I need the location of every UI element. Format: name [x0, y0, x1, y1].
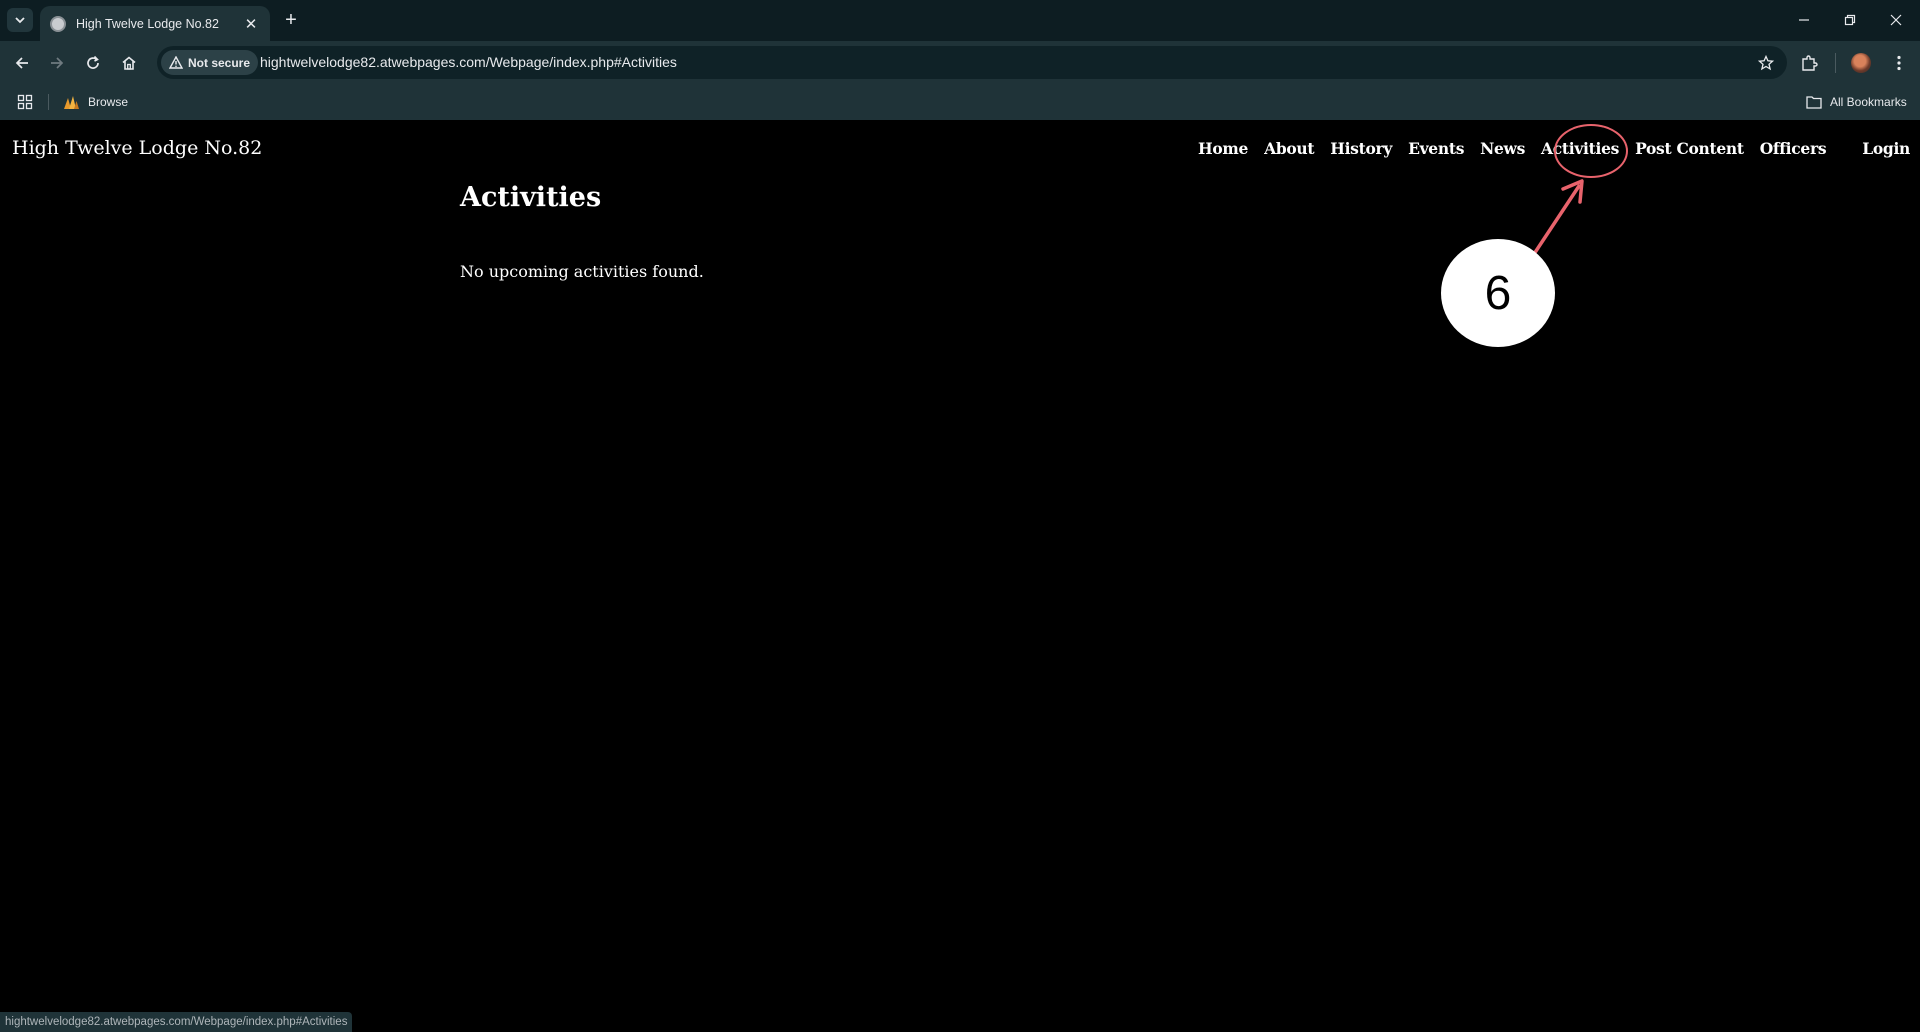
minimize-icon — [1799, 19, 1809, 21]
bookmark-browse-label: Browse — [88, 95, 129, 109]
forward-button[interactable] — [44, 50, 70, 76]
close-tab-icon[interactable]: ✕ — [242, 15, 260, 33]
main-nav: Home About History Events News Activitie… — [1182, 139, 1910, 158]
link-status-bubble: hightwelvelodge82.atwebpages.com/Webpage… — [0, 1012, 353, 1032]
home-button[interactable] — [116, 50, 142, 76]
apps-button[interactable] — [17, 91, 33, 113]
nav-link-officers[interactable]: Officers — [1760, 139, 1827, 158]
nav-link-about[interactable]: About — [1264, 139, 1314, 158]
security-label: Not secure — [188, 55, 251, 70]
profile-button[interactable] — [1848, 50, 1874, 76]
chevron-down-icon — [15, 17, 25, 24]
tab-search-button[interactable] — [7, 8, 33, 32]
tab-title: High Twelve Lodge No.82 — [76, 16, 219, 31]
empty-state-message: No upcoming activities found. — [460, 262, 704, 281]
web-page: High Twelve Lodge No.82 Home About Histo… — [0, 120, 1920, 1032]
bookmarks-bar: Browse All Bookmarks — [0, 83, 1920, 120]
restore-icon — [1844, 14, 1856, 26]
tab-strip: High Twelve Lodge No.82 ✕ + — [0, 0, 1920, 41]
arrow-left-icon — [15, 57, 28, 69]
close-window-button[interactable] — [1881, 6, 1911, 34]
nav-link-login[interactable]: Login — [1862, 139, 1910, 158]
restore-window-button[interactable] — [1835, 6, 1865, 34]
nav-link-events[interactable]: Events — [1408, 139, 1464, 158]
arrow-right-icon — [51, 57, 64, 69]
nav-link-post-content[interactable]: Post Content — [1635, 139, 1744, 158]
browser-menu-button[interactable] — [1886, 50, 1912, 76]
warning-triangle-icon — [169, 56, 183, 69]
url-text[interactable]: hightwelvelodge82.atwebpages.com/Webpage… — [260, 54, 677, 70]
reload-icon — [87, 55, 99, 69]
browser-tab-active[interactable]: High Twelve Lodge No.82 ✕ — [40, 6, 270, 41]
star-icon — [1758, 55, 1774, 71]
browser-toolbar: Not secure hightwelvelodge82.atwebpages.… — [0, 41, 1920, 83]
site-title[interactable]: High Twelve Lodge No.82 — [12, 137, 262, 159]
reload-button[interactable] — [80, 50, 106, 76]
home-icon — [122, 56, 136, 70]
globe-favicon-icon — [50, 15, 66, 32]
address-bar[interactable]: Not secure hightwelvelodge82.atwebpages.… — [157, 46, 1787, 79]
puzzle-icon — [1802, 55, 1818, 71]
bookmark-star-button[interactable] — [1755, 52, 1777, 74]
all-bookmarks-button[interactable]: All Bookmarks — [1806, 91, 1907, 113]
nav-link-home[interactable]: Home — [1198, 139, 1248, 158]
new-tab-button[interactable]: + — [279, 8, 303, 32]
annotation-highlight-ring — [1554, 124, 1628, 178]
folder-icon — [1806, 96, 1822, 109]
toolbar-divider — [1835, 53, 1836, 73]
extensions-button[interactable] — [1796, 50, 1822, 76]
bookmarks-divider — [48, 94, 49, 110]
nav-link-news[interactable]: News — [1480, 139, 1525, 158]
step-number-badge: 6 — [1441, 239, 1555, 347]
bookmark-browse[interactable]: Browse — [63, 91, 128, 113]
browse-logo-icon — [64, 95, 79, 109]
page-heading: Activities — [460, 182, 602, 213]
close-icon — [1890, 14, 1902, 26]
nav-link-history[interactable]: History — [1330, 139, 1392, 158]
kebab-menu-icon — [1897, 55, 1901, 71]
security-indicator[interactable]: Not secure — [161, 50, 259, 75]
all-bookmarks-label: All Bookmarks — [1830, 95, 1907, 109]
minimize-window-button[interactable] — [1789, 6, 1819, 34]
apps-grid-icon — [17, 94, 33, 110]
avatar — [1851, 53, 1871, 73]
back-button[interactable] — [9, 50, 35, 76]
